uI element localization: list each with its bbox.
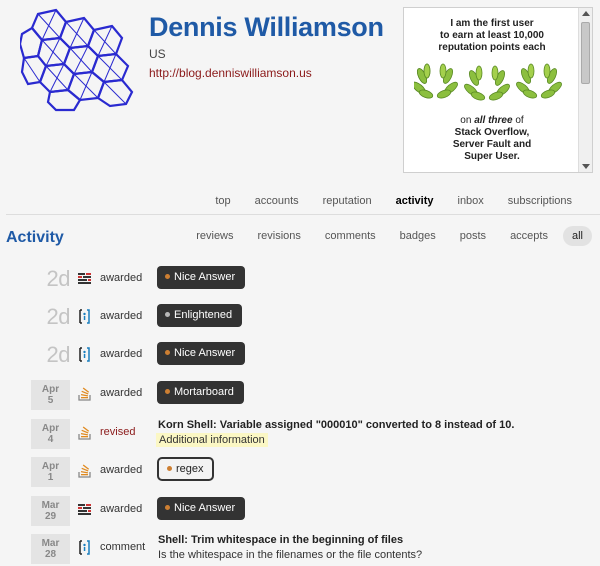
activity-date: 2d: [46, 266, 71, 291]
date-month: Apr: [41, 384, 60, 395]
activity-row: Apr 5 awarded Mortarboard: [0, 380, 600, 416]
tab-inbox[interactable]: inbox: [446, 195, 496, 207]
activity-date: 2d: [46, 342, 71, 367]
tab-subscriptions[interactable]: subscriptions: [496, 195, 584, 207]
badge-nice-answer[interactable]: Nice Answer: [157, 497, 246, 520]
filter-tab-revisions[interactable]: revisions: [249, 226, 310, 246]
activity-row: 2d awarded Nice Answer: [0, 341, 600, 377]
superuser-icon[interactable]: [77, 309, 92, 324]
activity-date: Apr 1: [31, 457, 70, 487]
superuser-icon[interactable]: [77, 347, 92, 362]
badge-nice-answer[interactable]: Nice Answer: [157, 266, 246, 289]
scroll-up-arrow-icon[interactable]: [582, 11, 590, 16]
badge-mortarboard[interactable]: Mortarboard: [157, 381, 244, 404]
bronze-badge-dot-icon: [165, 504, 170, 510]
revision-summary[interactable]: Additional information: [156, 433, 268, 447]
activity-action: awarded: [100, 272, 143, 284]
bronze-badge-dot-icon: [165, 349, 170, 355]
activity-date: Apr 5: [31, 380, 70, 410]
filter-tab-posts[interactable]: posts: [451, 226, 495, 246]
date-month: Apr: [41, 423, 60, 434]
laurel-icons: [414, 63, 564, 103]
tabs-divider: [6, 214, 600, 215]
date-day: 4: [47, 434, 54, 445]
badge-label: Enlightened: [174, 309, 233, 321]
activity-row: Apr 1 awarded regex: [0, 457, 600, 493]
activity-action: awarded: [100, 348, 143, 360]
badge-label: Nice Answer: [174, 502, 236, 514]
scroll-thumb[interactable]: [581, 22, 590, 84]
scroll-down-arrow-icon[interactable]: [582, 164, 590, 169]
tab-top[interactable]: top: [203, 195, 242, 207]
bronze-badge-dot-icon: [167, 465, 172, 471]
user-website-link[interactable]: http://blog.denniswilliamson.us: [149, 66, 312, 80]
post-title-link[interactable]: Shell: Trim whitespace in the beginning …: [158, 534, 403, 546]
tab-reputation[interactable]: reputation: [311, 195, 384, 207]
tab-accounts[interactable]: accounts: [243, 195, 311, 207]
badge-label: regex: [176, 463, 204, 475]
serverfault-icon[interactable]: [77, 502, 92, 517]
badge-nice-answer[interactable]: Nice Answer: [157, 342, 246, 365]
activity-action: awarded: [100, 387, 143, 399]
comment-text[interactable]: Is the whitespace in the filenames or th…: [158, 548, 422, 562]
activity-row: Apr 4 revised Korn Shell: Variable assigned…: [0, 419, 600, 455]
badge-label: Nice Answer: [174, 271, 236, 283]
date-month: Mar: [41, 538, 60, 549]
stackoverflow-icon[interactable]: [77, 386, 92, 401]
tag-badge-regex[interactable]: regex: [157, 457, 214, 481]
about-site-line-3: Super User.: [464, 151, 520, 162]
tab-activity[interactable]: activity: [384, 195, 446, 207]
about-sites-text: on all three of Stack Overflow, Server F…: [404, 115, 580, 163]
activity-filter-tabs: reviews revisions comments badges posts accep…: [181, 226, 592, 246]
badge-enlightened[interactable]: Enlightened: [157, 304, 243, 327]
post-title-link[interactable]: Korn Shell: Variable assigned "000010" c…: [158, 419, 514, 431]
date-day: 29: [44, 511, 57, 522]
silver-badge-dot-icon: [165, 311, 170, 317]
filter-tab-reviews[interactable]: reviews: [187, 226, 242, 246]
date-day: 1: [47, 472, 54, 483]
activity-action: awarded: [100, 503, 143, 515]
activity-date: Mar 29: [31, 496, 70, 526]
date-month: Apr: [41, 461, 60, 472]
bronze-badge-dot-icon: [165, 273, 170, 279]
activity-row: 2d awarded Enlightened: [0, 303, 600, 339]
activity-date: 2d: [46, 304, 71, 329]
bronze-badge-dot-icon: [165, 388, 170, 394]
date-day: 28: [44, 549, 57, 560]
activity-action: awarded: [100, 464, 143, 476]
about-site-line-2: Server Fault and: [452, 139, 532, 150]
badge-label: Mortarboard: [174, 386, 234, 398]
date-day: 5: [47, 395, 54, 406]
serverfault-icon[interactable]: [77, 271, 92, 286]
about-site-line-1: Stack Overflow,: [454, 127, 530, 138]
activity-action: revised: [100, 426, 136, 438]
date-month: Mar: [41, 500, 60, 511]
section-title: Activity: [6, 229, 64, 246]
activity-row: 2d awarded Nice Answer: [0, 265, 600, 301]
badge-label: Nice Answer: [174, 347, 236, 359]
user-avatar[interactable]: [20, 8, 135, 112]
filter-tab-all[interactable]: all: [562, 226, 592, 246]
activity-action: awarded: [100, 310, 143, 322]
about-on: on: [460, 115, 472, 126]
user-display-name: Dennis Williamson: [149, 12, 384, 42]
filter-tab-accepts[interactable]: accepts: [501, 226, 557, 246]
about-all-three: all three: [474, 115, 513, 126]
about-scrollbar[interactable]: [578, 8, 592, 172]
filter-tab-badges[interactable]: badges: [391, 226, 445, 246]
activity-row: Mar 28 comment Shell: Trim whitespace in th…: [0, 534, 600, 566]
about-intro-text: I am the first user to earn at least 10,…: [438, 18, 546, 53]
activity-row: Mar 29 awarded Nice Answer: [0, 496, 600, 532]
activity-date: Mar 28: [31, 534, 70, 564]
profile-tabs: top accounts reputation activity inbox subscr…: [203, 195, 584, 207]
about-me-box[interactable]: I am the first user to earn at least 10,…: [403, 7, 593, 173]
stackoverflow-icon[interactable]: [77, 463, 92, 478]
filter-tab-comments[interactable]: comments: [316, 226, 385, 246]
superuser-icon[interactable]: [77, 540, 92, 555]
activity-action: comment: [100, 541, 146, 553]
user-location: US: [149, 47, 166, 61]
about-of: of: [515, 115, 524, 126]
stackoverflow-icon[interactable]: [77, 425, 92, 440]
activity-date: Apr 4: [31, 419, 70, 449]
